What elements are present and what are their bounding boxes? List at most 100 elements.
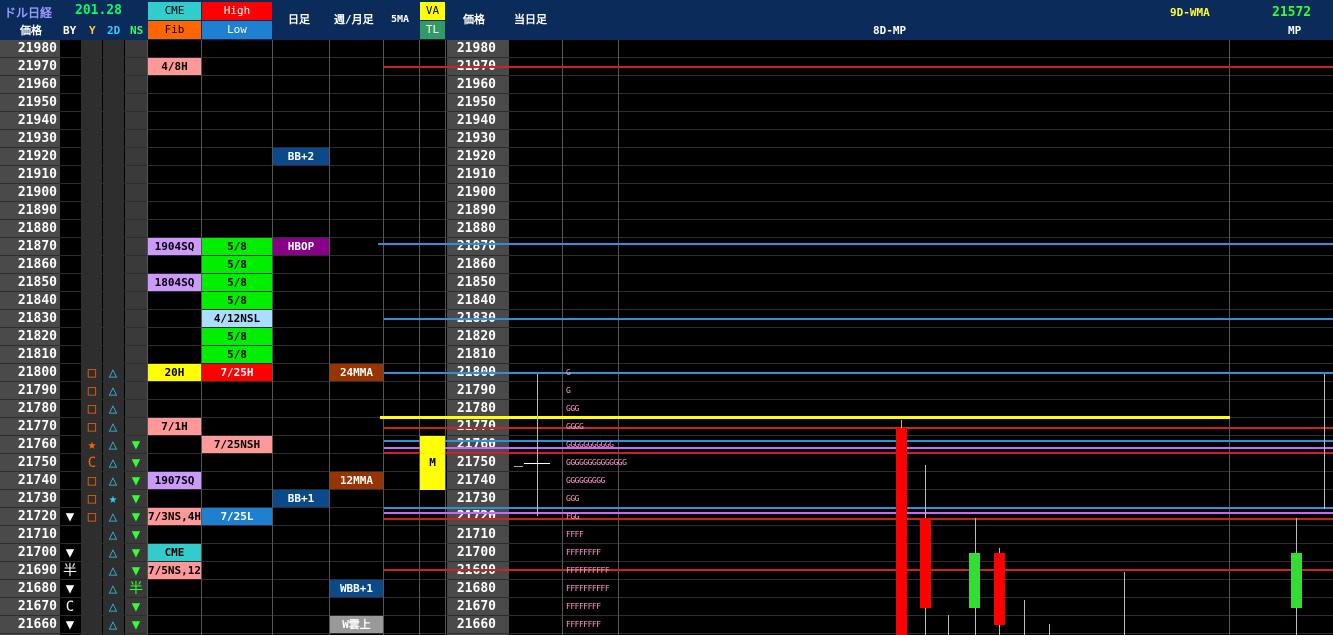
tpo-letters: GGGG [566, 422, 584, 431]
tpo-letters: FFFFFFFF [566, 548, 601, 557]
today-candle-open [514, 466, 523, 467]
header-bar: ドル日経 201.28 価格 BY Y 2D NS CME Fib High L… [0, 0, 1333, 40]
ns-half-marker: 半 [129, 581, 143, 597]
wma9d-line [380, 416, 1230, 419]
price-cell: 21890 [17, 203, 57, 218]
y-star-marker: ★ [87, 437, 97, 453]
mp-candle-bearish [896, 428, 907, 635]
price-row: 21900 21900 [0, 184, 1333, 202]
fib-label-7-1h: 7/1H [148, 418, 201, 435]
price-cell-2: 21690 [447, 562, 496, 580]
2d-up-marker: △ [108, 383, 118, 399]
2d-up-marker: △ [108, 473, 118, 489]
2d-up-marker: △ [108, 365, 118, 381]
va-mid-label: M [429, 456, 436, 469]
fib-label-7-5ns: 7/5NS,12H [148, 562, 201, 579]
hl-label-5-8: 5/8 [202, 238, 272, 255]
tpo-letters: FFFFFFFF [566, 620, 601, 629]
mp-candle-bullish [1291, 553, 1302, 608]
tl-line [384, 512, 1333, 514]
y-square-marker: □ [87, 419, 97, 435]
price-row: 21710 21710 [0, 526, 1333, 544]
2d-star-marker: ★ [108, 491, 118, 507]
price-row: 21750 21750 [0, 454, 1333, 472]
ns-down-marker: ▼ [131, 437, 141, 453]
price-row: 21890 21890 [0, 202, 1333, 220]
instrument-value: 201.28 [75, 3, 122, 18]
price-row: 21820 21820 [0, 328, 1333, 346]
price-cell: 21900 [17, 185, 57, 200]
price-cell-2: 21950 [456, 95, 496, 110]
hl-label-5-8: 5/8 [202, 256, 272, 273]
price-cell: 21940 [17, 113, 57, 128]
price-row: 21960 21960 [0, 76, 1333, 94]
tpo-letters: GGGGGGGGGGGGGG [566, 458, 627, 467]
price-cell: 21700 [17, 545, 57, 560]
fib-label-7-3ns: 7/3NS,4H [148, 508, 201, 525]
mp-candle-wick [1324, 374, 1325, 509]
price-cell: 21730 [17, 491, 57, 506]
high-header: High [202, 2, 272, 20]
2d-up-marker: △ [108, 563, 118, 579]
price-cell: 21870 [17, 239, 57, 254]
price-cell-2: 21890 [456, 203, 496, 218]
by-down-marker: ▼ [65, 545, 75, 561]
tpo-letters: FFFF [566, 530, 584, 539]
price-row: 21660 21660 [0, 616, 1333, 634]
mp-candle-bearish [920, 518, 931, 608]
price-cell: 21910 [17, 167, 57, 182]
price-cell: 21740 [17, 473, 57, 488]
tpo-letters: FFFFFFFFFF [566, 566, 610, 575]
price-cell: 21680 [17, 581, 57, 596]
price-cell-2: 21730 [456, 491, 496, 506]
daily-label-hbop: HBOP [273, 238, 329, 255]
tl-header: TL [420, 21, 445, 39]
2d-up-marker: △ [108, 437, 118, 453]
2d-up-marker: △ [108, 527, 118, 543]
price-cell: 21840 [17, 293, 57, 308]
price-cell: 21930 [17, 131, 57, 146]
price-cell-2: 21680 [456, 581, 496, 596]
price-cell-2: 21980 [456, 41, 496, 56]
weekly-label-wbb1: WBB+1 [330, 580, 383, 597]
tpo-letters: GGG [566, 494, 579, 503]
price-cell: 21830 [17, 311, 57, 326]
ns-down-marker: ▼ [131, 455, 141, 471]
by-down-marker: ▼ [65, 581, 75, 597]
ns-down-marker: ▼ [131, 617, 141, 633]
2d-up-marker: △ [108, 581, 118, 597]
price-cell-2: 21820 [456, 329, 496, 344]
by-down-marker: ▼ [65, 509, 75, 525]
mp-candle-wick [1024, 600, 1025, 635]
price-cell-2: 21790 [456, 383, 496, 398]
price-cell: 21790 [17, 383, 57, 398]
price-cell: 21950 [17, 95, 57, 110]
ma5-header: 5MA [391, 14, 410, 25]
price-cell: 21920 [17, 149, 57, 164]
support-line [384, 318, 1333, 320]
y-square-marker: □ [87, 365, 97, 381]
tpo-letters: FFFFFFFF [566, 602, 601, 611]
price-cell: 21860 [17, 257, 57, 272]
daily-label-bb2: BB+2 [273, 148, 329, 165]
by-down-marker: ▼ [65, 617, 75, 633]
2d-up-marker: △ [108, 455, 118, 471]
price-cell-2: 21660 [456, 617, 496, 632]
tpo-letters: FFFFFFFFFF [566, 584, 610, 593]
price-cell-2: 21740 [456, 473, 496, 488]
hl-label-7-25nsh: 7/25NSH [202, 436, 272, 453]
price-cell: 21960 [17, 77, 57, 92]
y-square-marker: □ [87, 383, 97, 399]
2d-up-marker: △ [108, 545, 118, 561]
mp-candle-bullish [969, 553, 980, 608]
price-cell: 21980 [17, 41, 57, 56]
price-cell: 21660 [17, 617, 57, 632]
hl-label-5-8: 5/8 [202, 346, 272, 363]
today-candle-header: 当日足 [514, 13, 547, 26]
nsh-line [384, 452, 1333, 454]
today-candle-wick [537, 374, 538, 516]
price-row: 21950 21950 [0, 94, 1333, 112]
price-cell-2: 21920 [456, 149, 496, 164]
fib-label-20h: 20H [148, 364, 201, 381]
price-cell-2: 21960 [456, 77, 496, 92]
